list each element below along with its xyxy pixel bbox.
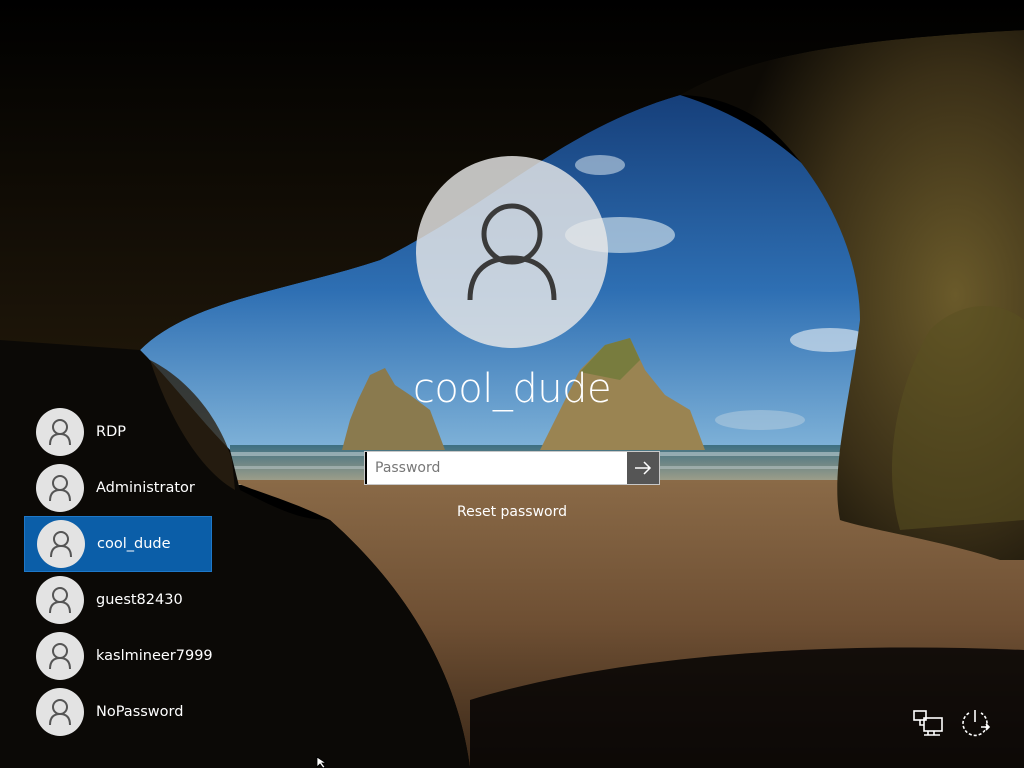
power-icon <box>962 710 991 737</box>
user-list: RDP Administrator cool_dude guest82430 k… <box>24 404 213 740</box>
user-avatar-icon <box>49 419 71 446</box>
password-box <box>364 451 660 485</box>
user-item-label: NoPassword <box>96 704 184 720</box>
user-avatar <box>36 576 84 624</box>
user-avatar <box>36 632 84 680</box>
user-avatar <box>36 408 84 456</box>
network-icon <box>913 710 943 736</box>
user-avatar <box>36 464 84 512</box>
user-item-label: RDP <box>96 424 126 440</box>
user-item-nopassword[interactable]: NoPassword <box>24 684 212 740</box>
user-avatar <box>36 688 84 736</box>
selected-username: cool_dude <box>412 366 612 412</box>
user-item-label: guest82430 <box>96 592 183 608</box>
user-avatar-icon <box>49 699 71 726</box>
mouse-pointer-icon <box>316 756 328 768</box>
user-avatar-icon <box>49 475 71 502</box>
user-item-administrator[interactable]: Administrator <box>24 460 212 516</box>
user-avatar-icon <box>467 203 557 301</box>
user-avatar-icon <box>49 643 71 670</box>
arrow-right-icon <box>635 461 652 475</box>
user-item-guest82430[interactable]: guest82430 <box>24 572 212 628</box>
reset-password-link[interactable]: Reset password <box>412 504 612 520</box>
user-item-label: kaslmineer7999 <box>96 648 213 664</box>
network-button[interactable] <box>911 706 945 740</box>
user-item-kaslmineer7999[interactable]: kaslmineer7999 <box>24 628 213 684</box>
submit-button[interactable] <box>627 452 659 484</box>
user-item-label: cool_dude <box>97 536 171 552</box>
user-avatar-icon <box>49 587 71 614</box>
user-avatar-large <box>416 156 608 348</box>
user-item-rdp[interactable]: RDP <box>24 404 212 460</box>
password-input[interactable] <box>365 452 627 484</box>
user-item-cool-dude[interactable]: cool_dude <box>24 516 212 572</box>
power-button[interactable] <box>958 706 992 740</box>
user-item-label: Administrator <box>96 480 195 496</box>
user-avatar-icon <box>50 531 72 558</box>
user-avatar <box>37 520 85 568</box>
